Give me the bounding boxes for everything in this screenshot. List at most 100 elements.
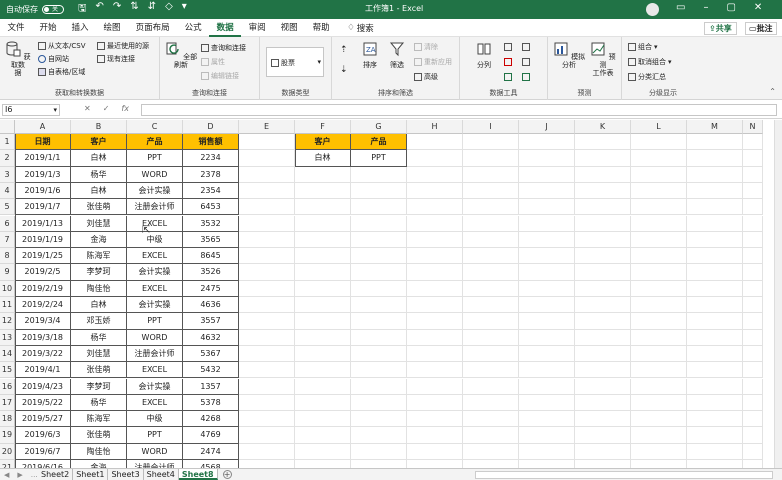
- grid-cell[interactable]: [351, 329, 407, 346]
- enter-icon[interactable]: ✓: [103, 104, 110, 113]
- grid-cell[interactable]: [631, 329, 687, 346]
- table-cell[interactable]: 3565: [183, 231, 239, 249]
- table-cell[interactable]: PPT: [127, 427, 183, 444]
- grid-cell[interactable]: [351, 378, 407, 395]
- table-cell[interactable]: 2378: [183, 166, 239, 183]
- table-cell[interactable]: 2019/5/27: [15, 411, 71, 428]
- table-cell[interactable]: 会计实操: [127, 378, 183, 395]
- grid-cell[interactable]: [687, 215, 743, 232]
- grid-cell[interactable]: [407, 231, 463, 249]
- grid-cell[interactable]: [295, 280, 351, 297]
- grid-cell[interactable]: [463, 313, 519, 330]
- grid-cell[interactable]: [631, 427, 687, 444]
- grid-cell[interactable]: [687, 411, 743, 428]
- table-cell[interactable]: 白林: [71, 182, 127, 200]
- grid-cell[interactable]: [295, 329, 351, 346]
- vertical-scrollbar[interactable]: [774, 120, 782, 468]
- properties-button[interactable]: 属性: [201, 57, 225, 67]
- grid-cell[interactable]: [239, 182, 295, 200]
- grid-cell[interactable]: [631, 166, 687, 183]
- table-cell[interactable]: 2019/3/4: [15, 313, 71, 330]
- row-header[interactable]: 10: [0, 280, 15, 297]
- grid-cell[interactable]: [463, 215, 519, 232]
- table-cell[interactable]: 2474: [183, 443, 239, 460]
- table-cell[interactable]: PPT: [127, 150, 183, 167]
- name-box[interactable]: I6 ▾: [2, 104, 60, 116]
- grid-cell[interactable]: [575, 362, 631, 379]
- grid-cell[interactable]: [463, 280, 519, 297]
- forecast-sheet-button[interactable]: 预测 工作表: [588, 41, 618, 77]
- what-if-button[interactable]: 模拟分析: [552, 41, 586, 69]
- grid-cell[interactable]: [295, 427, 351, 444]
- grid-cell[interactable]: [351, 427, 407, 444]
- grid-cell[interactable]: [463, 329, 519, 346]
- grid-cell[interactable]: [407, 182, 463, 200]
- user-avatar[interactable]: [646, 3, 659, 16]
- grid-cell[interactable]: [575, 297, 631, 314]
- grid-cell[interactable]: [239, 427, 295, 444]
- grid-cell[interactable]: [351, 460, 407, 468]
- column-header[interactable]: I: [463, 120, 519, 134]
- flash-fill-button[interactable]: [504, 42, 512, 52]
- sort-asc-button[interactable]: ⇡: [340, 45, 348, 55]
- from-table-button[interactable]: 自表格/区域: [38, 67, 85, 77]
- grid-cell[interactable]: [239, 362, 295, 379]
- table-cell[interactable]: 2019/2/24: [15, 297, 71, 314]
- grid-cell[interactable]: [743, 362, 763, 379]
- data-model-button[interactable]: [522, 72, 530, 82]
- grid-cell[interactable]: [743, 150, 763, 167]
- row-header[interactable]: 2: [0, 150, 15, 167]
- row-header[interactable]: 21: [0, 460, 15, 468]
- tab-item[interactable]: 审阅: [241, 19, 273, 37]
- grid-cell[interactable]: [519, 231, 575, 249]
- table-cell[interactable]: EXCEL: [127, 280, 183, 297]
- grid-cell[interactable]: [519, 427, 575, 444]
- ribbon-display-icon[interactable]: ▭: [676, 2, 685, 13]
- column-header[interactable]: L: [631, 120, 687, 134]
- grid-cell[interactable]: [407, 427, 463, 444]
- criteria-cell[interactable]: 白林: [295, 150, 351, 167]
- grid-cell[interactable]: [295, 460, 351, 468]
- grid-cell[interactable]: [239, 329, 295, 346]
- grid-cell[interactable]: [687, 199, 743, 216]
- save-icon[interactable]: 🖫: [78, 1, 87, 18]
- table-cell[interactable]: 张佳萌: [71, 427, 127, 444]
- table-cell[interactable]: 刘佳慧: [71, 345, 127, 363]
- grid-cell[interactable]: [631, 460, 687, 468]
- grid-cell[interactable]: [575, 280, 631, 297]
- table-cell[interactable]: 邓玉娇: [71, 313, 127, 330]
- get-data-button[interactable]: 获取数 据: [5, 41, 31, 77]
- column-header[interactable]: B: [71, 120, 127, 134]
- column-header[interactable]: J: [519, 120, 575, 134]
- grid-cell[interactable]: [575, 394, 631, 412]
- grid-cell[interactable]: [407, 313, 463, 330]
- grid-cell[interactable]: [687, 460, 743, 468]
- table-cell[interactable]: 李梦珂: [71, 264, 127, 281]
- grid-cell[interactable]: [463, 460, 519, 468]
- grid-cell[interactable]: [631, 280, 687, 297]
- row-header[interactable]: 9: [0, 264, 15, 281]
- grid-cell[interactable]: [575, 199, 631, 216]
- table-cell[interactable]: 张佳萌: [71, 362, 127, 379]
- table-cell[interactable]: 白林: [71, 150, 127, 167]
- grid-cell[interactable]: [519, 362, 575, 379]
- table-cell[interactable]: 4568: [183, 460, 239, 468]
- grid-cell[interactable]: [239, 443, 295, 460]
- grid-cell[interactable]: [407, 134, 463, 151]
- grid-cell[interactable]: [575, 215, 631, 232]
- row-header[interactable]: 11: [0, 297, 15, 314]
- table-cell[interactable]: 5432: [183, 362, 239, 379]
- text-to-columns-button[interactable]: 分列: [472, 41, 496, 69]
- gallery-dropdown-icon[interactable]: ▾: [317, 58, 321, 66]
- table-cell[interactable]: 2019/1/1: [15, 150, 71, 167]
- grid-cell[interactable]: [631, 134, 687, 151]
- table-cell[interactable]: 2019/5/22: [15, 394, 71, 412]
- row-header[interactable]: 8: [0, 248, 15, 265]
- row-header[interactable]: 19: [0, 427, 15, 444]
- grid-cell[interactable]: [687, 231, 743, 249]
- grid-cell[interactable]: [631, 199, 687, 216]
- table-cell[interactable]: 8645: [183, 248, 239, 265]
- table-cell[interactable]: 杨华: [71, 394, 127, 412]
- grid-cell[interactable]: [575, 150, 631, 167]
- grid-cell[interactable]: [351, 215, 407, 232]
